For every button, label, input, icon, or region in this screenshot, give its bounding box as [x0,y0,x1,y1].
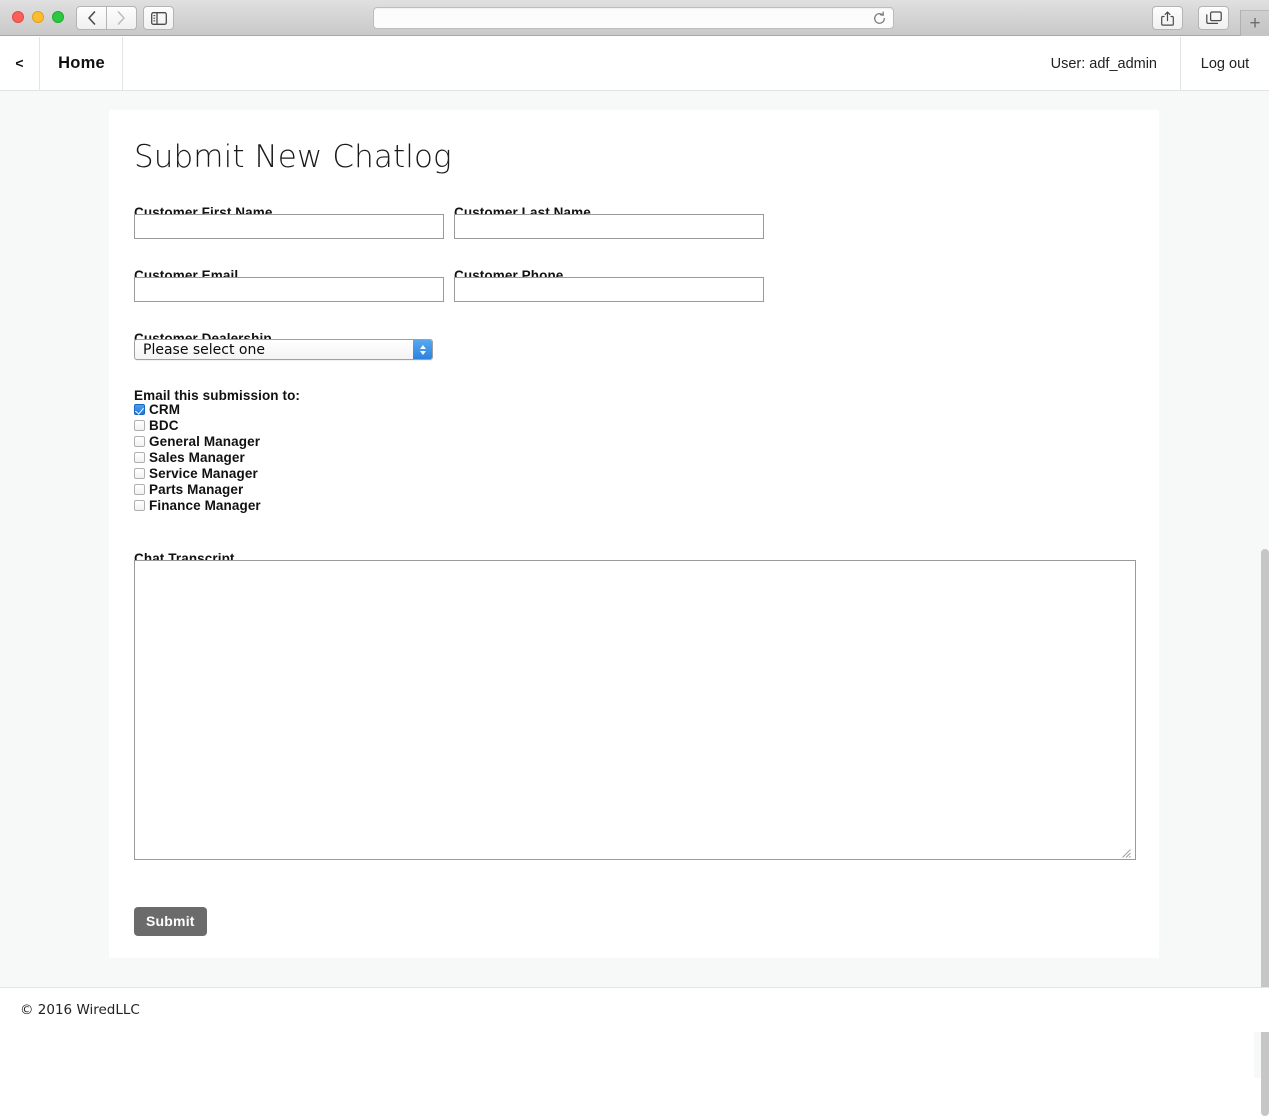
page-body: Submit New Chatlog Customer First Name C… [0,91,1269,1116]
sidebar-toggle-button[interactable] [143,6,174,30]
form-card: Submit New Chatlog Customer First Name C… [109,110,1159,958]
checkbox-label: BDC [149,417,179,433]
customer-first-name-input[interactable] [134,214,444,239]
new-tab-label: + [1249,13,1261,34]
checkbox-label: Parts Manager [149,481,244,497]
checkbox-crm[interactable] [134,403,145,415]
checkbox-row[interactable]: General Manager [134,433,261,449]
page-scrollbar[interactable] [1254,182,1269,1116]
select-stepper-icon[interactable] [413,340,432,359]
checkbox-label: CRM [149,401,181,417]
checkbox-label: Service Manager [149,465,258,481]
page-footer: © 2016 WiredLLC [0,987,1269,1032]
checkbox-row[interactable]: BDC [134,417,261,433]
browser-back-button[interactable] [76,6,107,30]
copyright-text: © 2016 WiredLLC [20,1002,140,1018]
tabs-icon [1205,10,1222,24]
stepper-down-icon [419,350,426,355]
nav-home-label: Home [58,54,105,72]
checkbox-row[interactable]: Service Manager [134,465,261,481]
current-user-label: User: adf_admin [1029,37,1179,90]
address-bar[interactable] [373,7,894,29]
checkbox-row[interactable]: Finance Manager [134,497,261,513]
checkbox-label: General Manager [149,433,261,449]
checkbox-label: Sales Manager [149,449,245,465]
share-button[interactable] [1152,6,1183,30]
nav-back-link[interactable]: < [0,37,40,90]
checkbox-general-manager[interactable] [134,435,145,447]
checkbox-parts-manager[interactable] [134,483,145,495]
customer-last-name-input[interactable] [454,214,764,239]
customer-dealership-select[interactable]: Please select one [134,339,433,360]
customer-email-input[interactable] [134,277,444,302]
checkbox-finance-manager[interactable] [134,499,145,511]
chevron-left-icon [88,11,96,25]
site-navigation-bar: < Home User: adf_admin Log out [0,37,1269,91]
customer-phone-input[interactable] [454,277,764,302]
logout-label: Log out [1200,55,1250,72]
reload-icon[interactable] [872,11,887,26]
checkbox-row[interactable]: CRM [134,401,261,417]
browser-chrome: + [0,0,1269,36]
show-all-tabs-button[interactable] [1198,6,1229,30]
window-controls [12,11,64,23]
submit-button[interactable]: Submit [134,907,207,936]
checkbox-row[interactable]: Sales Manager [134,449,261,465]
checkbox-bdc[interactable] [134,419,145,431]
browser-forward-button[interactable] [106,6,137,30]
sidebar-icon [150,11,167,25]
minimize-window-button[interactable] [32,11,44,23]
chevron-right-icon [117,11,125,25]
maximize-window-button[interactable] [52,11,64,23]
checkbox-sales-manager[interactable] [134,451,145,463]
stepper-up-icon [419,344,426,349]
logout-link[interactable]: Log out [1181,37,1269,90]
customer-dealership-selected-value: Please select one [143,342,265,358]
nav-item-home[interactable]: Home [41,37,123,90]
new-tab-button[interactable]: + [1240,10,1269,36]
checkbox-row[interactable]: Parts Manager [134,481,261,497]
share-icon [1161,11,1174,26]
checkbox-label: Finance Manager [149,497,261,513]
nav-back-label: < [15,54,24,71]
page-title: Submit New Chatlog [134,139,452,175]
chat-transcript-textarea[interactable] [134,560,1136,860]
current-user-text: User: adf_admin [1050,55,1157,72]
close-window-button[interactable] [12,11,24,23]
email-recipients-checkbox-group: CRM BDC General Manager Sales Manager Se… [134,401,261,513]
checkbox-service-manager[interactable] [134,467,145,479]
